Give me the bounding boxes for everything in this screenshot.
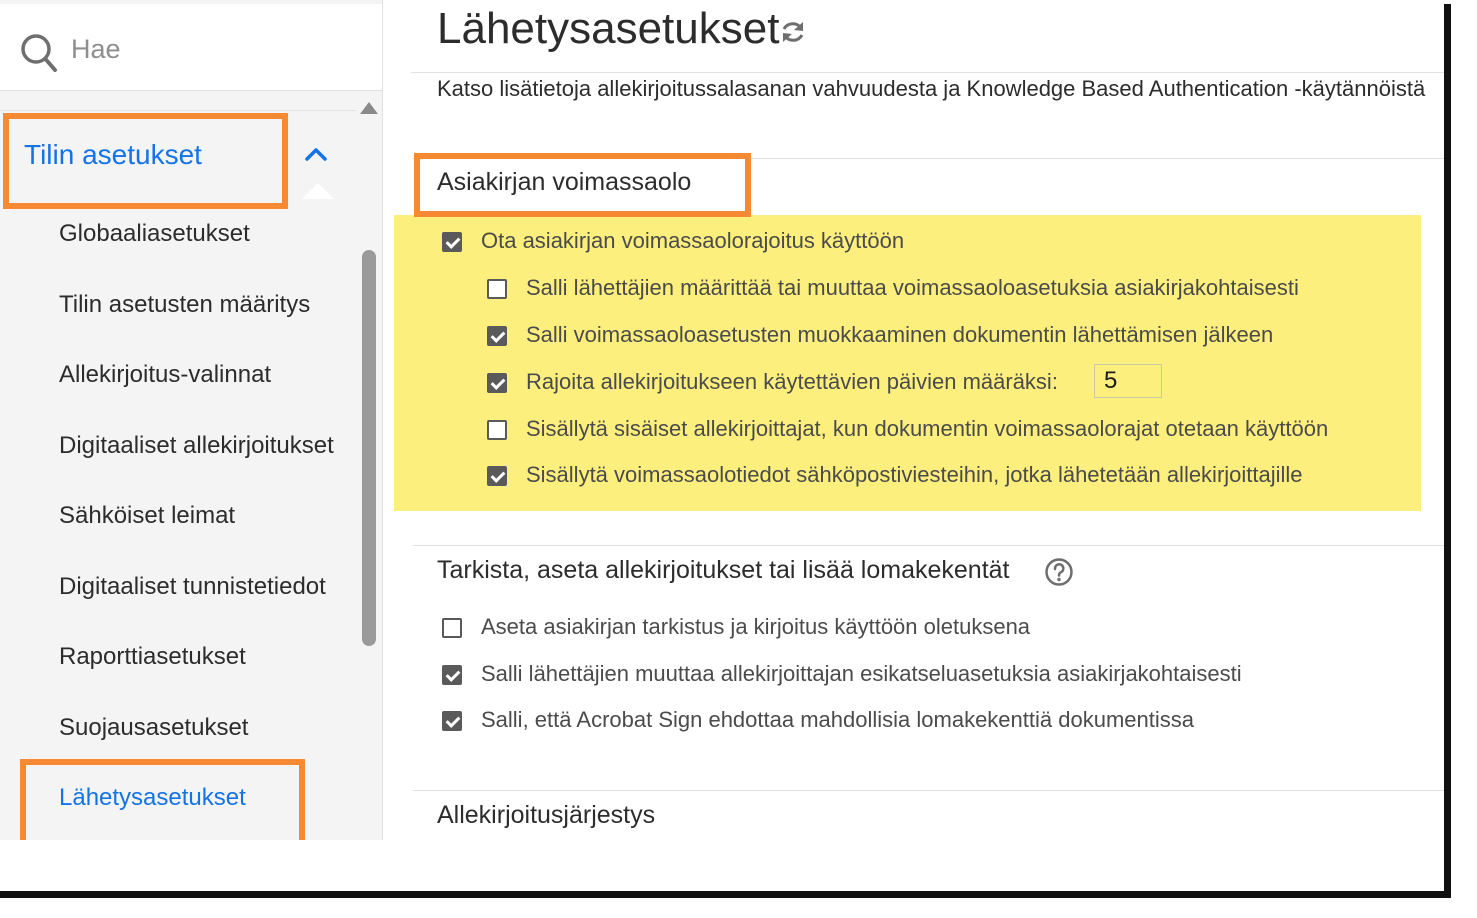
option-label: Salli lähettäjien määrittää tai muuttaa …	[526, 275, 1299, 300]
section-title-signing-order: Allekirjoitusjärjestys	[437, 801, 656, 829]
search-icon	[21, 34, 57, 72]
checkbox[interactable]	[442, 665, 462, 685]
nav-group-account-settings[interactable]: Tilin asetukset	[0, 111, 356, 199]
section-title-review-form-fields: Tarkista, aseta allekirjoitukset tai lis…	[437, 556, 1010, 584]
search-box[interactable]: Hae	[0, 4, 382, 91]
sidebar: Hae Tilin asetukset Globaaliasetukset Ti…	[0, 0, 383, 840]
sidebar-item-digital-signatures[interactable]: Digitaaliset allekirjoitukset	[59, 432, 334, 460]
refresh-icon[interactable]	[779, 18, 807, 46]
search-input[interactable]: Hae	[71, 34, 121, 65]
app-window: Hae Tilin asetukset Globaaliasetukset Ti…	[0, 0, 1444, 840]
frame-shadow-bottom	[0, 891, 1451, 898]
signing-days-input[interactable]: 5	[1094, 364, 1162, 398]
chevron-up-icon[interactable]	[303, 145, 329, 163]
sidebar-item-global-settings[interactable]: Globaaliasetukset	[59, 220, 250, 248]
frame-shadow-right	[1444, 4, 1451, 897]
image-margin	[0, 840, 1444, 891]
scroll-up-arrow-icon[interactable]	[359, 100, 379, 116]
sidebar-item-report-settings[interactable]: Raporttiasetukset	[59, 643, 246, 671]
main-content: Lähetysasetukset Katso lisätietoja allek…	[383, 0, 1444, 840]
sidebar-item-account-setup[interactable]: Tilin asetusten määritys	[59, 291, 310, 319]
active-group-notch	[302, 183, 334, 199]
checkbox[interactable]	[487, 373, 507, 393]
section-title-document-expiration: Asiakirjan voimassaolo	[437, 168, 692, 196]
sidebar-item-electronic-seals[interactable]: Sähköiset leimat	[59, 502, 235, 530]
option-label: Sisällytä sisäiset allekirjoittajat, kun…	[526, 416, 1329, 441]
option-label: Salli, että Acrobat Sign ehdottaa mahdol…	[481, 707, 1194, 732]
option-label: Rajoita allekirjoitukseen käytettävien p…	[526, 369, 1058, 394]
sidebar-scrollbar[interactable]	[358, 94, 380, 840]
option-label: Sisällytä voimassaolotiedot sähköpostivi…	[526, 462, 1303, 487]
checkbox[interactable]	[487, 466, 507, 486]
sidebar-item-digital-identities[interactable]: Digitaaliset tunnistetiedot	[59, 573, 326, 601]
sidebar-nav: Tilin asetukset Globaaliasetukset Tilin …	[0, 110, 356, 840]
option-label: Ota asiakirjan voimassaolorajoitus käytt…	[481, 228, 905, 253]
help-icon[interactable]	[1044, 557, 1074, 587]
page-title: Lähetysasetukset	[437, 4, 780, 53]
section-divider	[413, 790, 1444, 791]
sidebar-item-send-settings[interactable]: Lähetysasetukset	[59, 784, 246, 812]
checkbox[interactable]	[487, 326, 507, 346]
section-divider	[413, 545, 1444, 546]
section-divider	[413, 158, 1444, 159]
option-label: Salli voimassaoloasetusten muokkaaminen …	[526, 322, 1274, 347]
title-divider	[411, 72, 1444, 73]
option-label: Aseta asiakirjan tarkistus ja kirjoitus …	[481, 614, 1031, 639]
sidebar-item-signature-preferences[interactable]: Allekirjoitus-valinnat	[59, 361, 271, 389]
sidebar-item-security-settings[interactable]: Suojausasetukset	[59, 714, 248, 742]
scrollbar-thumb[interactable]	[362, 250, 376, 646]
checkbox[interactable]	[442, 232, 462, 252]
nav-group-label: Tilin asetukset	[24, 139, 202, 170]
checkbox[interactable]	[487, 279, 507, 299]
intro-text: Katso lisätietoja allekirjoitussalasanan…	[437, 76, 1426, 101]
checkbox[interactable]	[442, 618, 462, 638]
checkbox[interactable]	[442, 711, 462, 731]
checkbox[interactable]	[487, 420, 507, 440]
option-label: Salli lähettäjien muuttaa allekirjoittaj…	[481, 661, 1242, 686]
